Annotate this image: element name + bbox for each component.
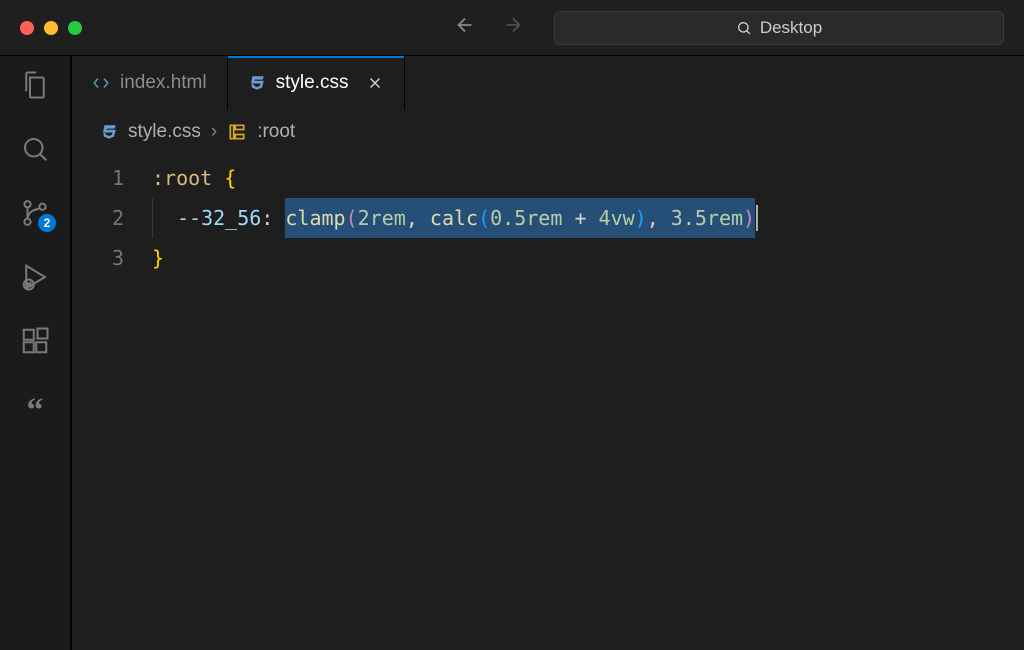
- tab-label: index.html: [120, 72, 207, 94]
- tok-func-clamp: clamp: [285, 206, 345, 230]
- breadcrumb[interactable]: style.css › :root: [72, 110, 1024, 154]
- maximize-window-button[interactable]: [68, 21, 82, 35]
- tok-func-calc: calc: [430, 206, 478, 230]
- selection-highlight: clamp(2rem, calc(0.5rem + 4vw), 3.5rem): [285, 198, 755, 238]
- search-icon: [736, 20, 752, 36]
- nav-back-button[interactable]: [454, 14, 476, 41]
- nav-forward-button[interactable]: [502, 14, 524, 41]
- chevron-right-icon: ›: [211, 121, 217, 143]
- html-file-icon: [92, 74, 110, 92]
- minimize-window-button[interactable]: [44, 21, 58, 35]
- code-line-2: 2 --32_56: clamp(2rem, calc(0.5rem + 4vw…: [72, 198, 1024, 238]
- symbol-ruler-icon: [227, 122, 247, 142]
- tab-bar: index.html style.css: [72, 56, 1024, 110]
- activity-bar: 2 “: [0, 56, 72, 650]
- titlebar: Desktop: [0, 0, 1024, 56]
- tok-var: --32_56: [177, 198, 261, 238]
- tok-comma: ,: [406, 206, 418, 230]
- code-editor[interactable]: 1 :root { 2 --32_56: clamp(2rem, calc(0.…: [72, 154, 1024, 650]
- css-file-icon: [248, 74, 266, 92]
- tok-brace-open: {: [224, 158, 236, 198]
- line-number: 1: [72, 158, 152, 198]
- tok-num: 2rem: [358, 206, 406, 230]
- tok-plus: +: [574, 206, 586, 230]
- tok-num: 0.5rem: [490, 206, 562, 230]
- tok-num: 4vw: [599, 206, 635, 230]
- tok-num: 3.5rem: [671, 206, 743, 230]
- close-tab-button[interactable]: [366, 74, 384, 92]
- nav-arrows: [454, 14, 524, 41]
- command-center-search[interactable]: Desktop: [554, 11, 1004, 45]
- testimonial-tab[interactable]: “: [20, 390, 50, 420]
- breadcrumb-file: style.css: [128, 121, 201, 143]
- editor-group: index.html style.css style.css › :root: [72, 56, 1024, 650]
- tab-index-html[interactable]: index.html: [72, 56, 228, 110]
- source-control-tab[interactable]: 2: [20, 198, 50, 228]
- close-window-button[interactable]: [20, 21, 34, 35]
- run-debug-tab[interactable]: [20, 262, 50, 292]
- code-line-1: 1 :root {: [72, 158, 1024, 198]
- window-controls: [20, 21, 82, 35]
- scm-badge: 2: [38, 214, 56, 232]
- text-cursor: [756, 205, 758, 231]
- tab-style-css[interactable]: style.css: [228, 56, 406, 110]
- tok-brace-close: }: [152, 238, 164, 278]
- explorer-tab[interactable]: [20, 70, 50, 100]
- line-number: 2: [72, 198, 152, 238]
- line-number: 3: [72, 238, 152, 278]
- quote-icon: “: [27, 401, 44, 421]
- search-text: Desktop: [760, 18, 822, 38]
- search-tab[interactable]: [20, 134, 50, 164]
- breadcrumb-symbol: :root: [257, 121, 295, 143]
- tab-label: style.css: [276, 72, 349, 94]
- extensions-tab[interactable]: [20, 326, 50, 356]
- css-file-icon: [100, 123, 118, 141]
- code-line-3: 3 }: [72, 238, 1024, 278]
- tok-comma: ,: [647, 206, 659, 230]
- tok-colon: :: [261, 198, 273, 238]
- tok-selector: :root: [152, 158, 212, 198]
